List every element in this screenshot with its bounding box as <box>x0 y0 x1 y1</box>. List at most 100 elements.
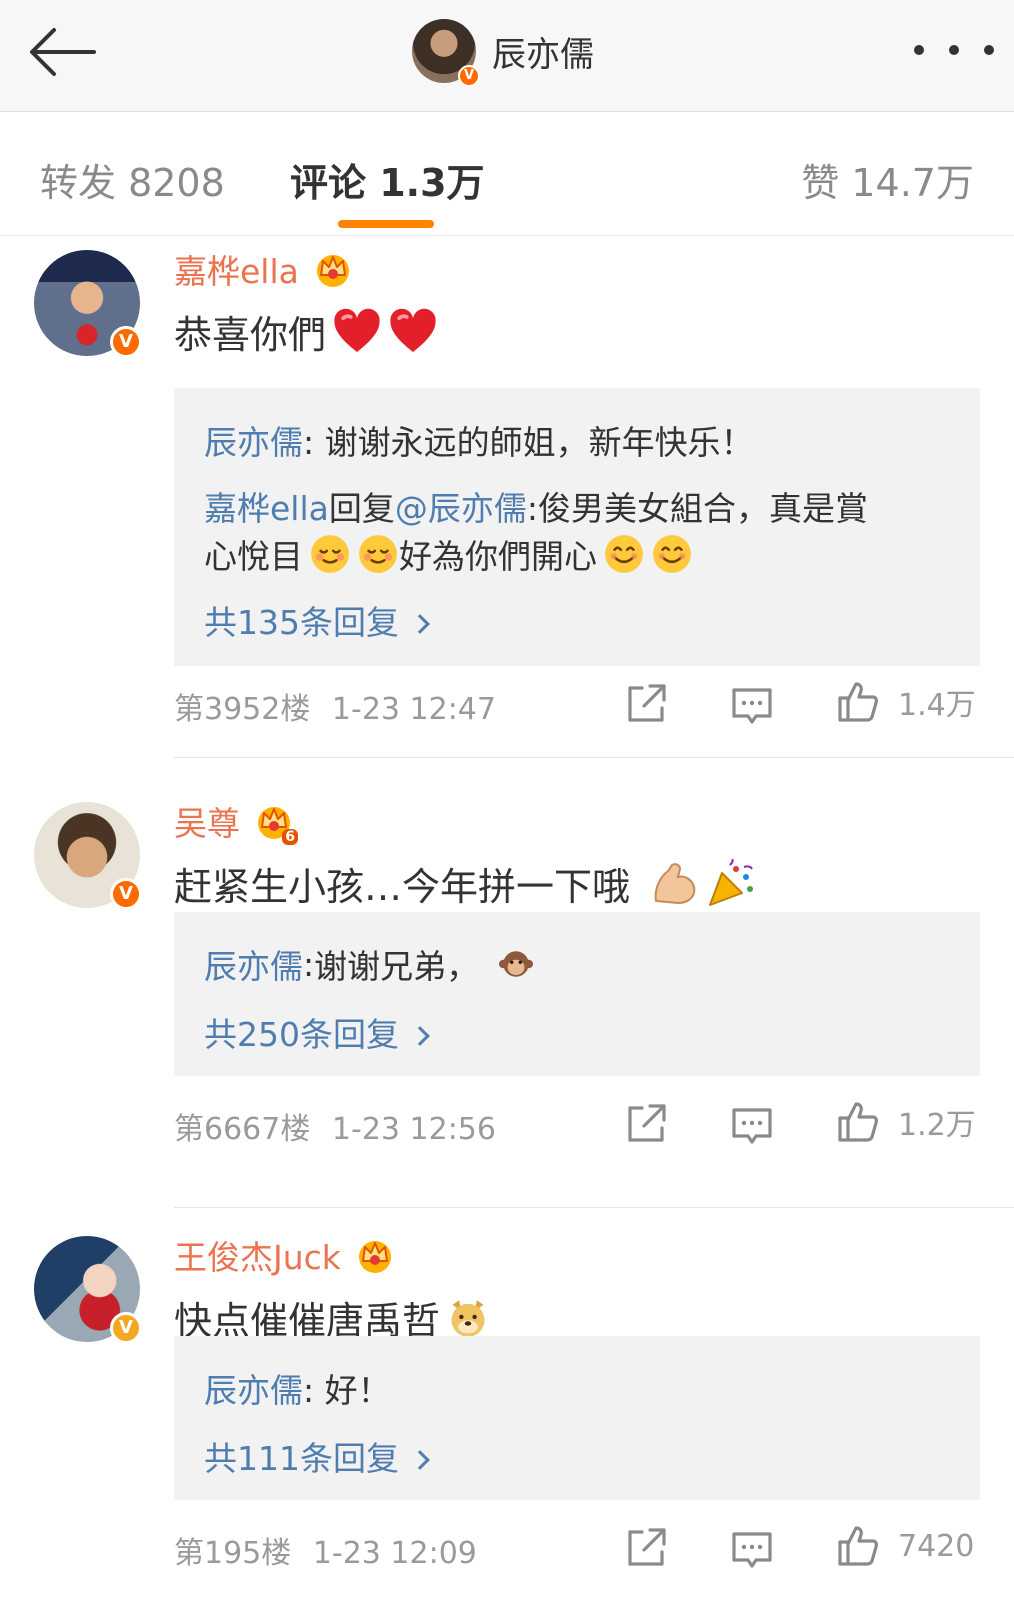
reply-preview-box[interactable]: 辰亦儒: 好！ 共111条回复 <box>174 1336 980 1500</box>
reply-separator: : <box>303 1371 325 1410</box>
more-options-button[interactable] <box>914 38 994 62</box>
share-icon[interactable] <box>622 680 670 728</box>
share-icon[interactable] <box>622 1100 670 1148</box>
reply-verb: 回复 <box>328 489 395 528</box>
comment-header: 王俊杰Juck <box>174 1230 395 1280</box>
like-button[interactable]: 7420 <box>834 1522 974 1570</box>
comment-divider <box>174 1207 1014 1208</box>
reply-text: 谢谢永远的師姐，新年快乐！ <box>324 423 754 462</box>
thumbs-up-icon <box>834 678 882 726</box>
comment-header: 吴尊 6 <box>174 796 298 846</box>
smiling-face-icon <box>651 533 693 575</box>
reply-line: 辰亦儒: 好！ <box>204 1364 391 1412</box>
comment-item: V 嘉桦ella 恭喜你們 辰亦儒: 谢谢永远的師姐，新年快乐！ 嘉桦ella回… <box>0 236 1014 758</box>
commenter-avatar[interactable]: V <box>34 802 142 910</box>
reply-text: 俊男美女組合，真是賞 <box>538 489 868 528</box>
doge-face-icon <box>451 1299 485 1337</box>
thumbs-up-icon <box>834 1098 882 1146</box>
reply-line: 辰亦儒: 谢谢永远的師姐，新年快乐！ <box>204 416 754 464</box>
reply-line: 辰亦儒: 谢谢兄弟， <box>204 940 534 988</box>
reply-line: 嘉桦ella回复@辰亦儒:俊男美女組合，真是賞 <box>204 482 868 530</box>
vip-crown-icon <box>355 1235 395 1275</box>
chevron-right-icon <box>410 614 430 634</box>
flexed-biceps-icon <box>654 862 696 904</box>
top-navigation-bar: V 辰亦儒 <box>0 0 1014 112</box>
author-avatar[interactable]: V <box>412 19 480 87</box>
comment-divider <box>174 757 1014 758</box>
reply-author-link[interactable]: 辰亦儒 <box>204 940 303 988</box>
view-all-replies-link[interactable]: 共111条回复 <box>204 1432 430 1480</box>
view-all-replies-link[interactable]: 共250条回复 <box>204 1008 430 1056</box>
like-button[interactable]: 1.4万 <box>834 678 976 726</box>
reply-preview-box[interactable]: 辰亦儒: 谢谢永远的師姐，新年快乐！ 嘉桦ella回复@辰亦儒:俊男美女組合，真… <box>174 388 980 666</box>
verified-badge: V <box>110 878 142 910</box>
active-tab-indicator <box>338 220 434 228</box>
verified-badge: V <box>458 65 480 87</box>
comment-author[interactable]: 王俊杰Juck <box>174 1231 341 1279</box>
reply-author-link[interactable]: 嘉桦ella <box>204 489 329 528</box>
like-count: 1.4万 <box>898 688 976 723</box>
reply-line-continued: 心悅目 好為你們開心 <box>204 530 693 578</box>
reply-text: 心悅目 <box>204 537 303 576</box>
reply-comment-icon[interactable] <box>728 682 776 730</box>
tab-reposts[interactable]: 转发 8208 <box>40 152 225 207</box>
like-count: 1.2万 <box>898 1108 976 1143</box>
monkey-face-icon <box>499 951 534 977</box>
comment-author[interactable]: 吴尊 <box>174 797 240 845</box>
reply-text: 好為你們開心 <box>399 537 597 576</box>
reply-separator: : <box>303 944 315 984</box>
back-button[interactable] <box>24 22 100 82</box>
relieved-face-icon <box>357 533 399 575</box>
commenter-avatar[interactable]: V <box>34 1236 142 1344</box>
vip-crown-icon: 6 <box>254 801 298 845</box>
comment-time: 1-23 12:47 <box>331 692 496 727</box>
reply-text: 谢谢兄弟， <box>314 947 480 986</box>
more-dots-icon <box>914 45 924 55</box>
chevron-right-icon <box>410 1450 430 1470</box>
comment-body: 赶紧生小孩…今年拼一下哦 <box>174 865 631 909</box>
smiling-face-icon <box>603 533 645 575</box>
comment-time: 1-23 12:09 <box>312 1536 477 1571</box>
reply-comment-icon[interactable] <box>728 1102 776 1150</box>
tab-likes[interactable]: 赞 14.7万 <box>801 152 974 207</box>
replies-count: 共111条回复 <box>204 1439 399 1478</box>
verified-badge: V <box>110 326 142 358</box>
vip-crown-icon <box>313 249 353 289</box>
relieved-face-icon <box>309 533 351 575</box>
vip-level: 6 <box>282 829 298 845</box>
red-heart-icon <box>388 307 438 357</box>
comment-text: 恭喜你們 <box>174 304 438 359</box>
share-icon[interactable] <box>622 1524 670 1572</box>
comment-author[interactable]: 嘉桦ella <box>174 245 299 293</box>
commenter-avatar[interactable]: V <box>34 250 142 358</box>
comment-meta: 第195楼 1-23 12:09 <box>174 1528 477 1572</box>
tab-comments[interactable]: 评论 1.3万 <box>290 152 485 207</box>
reply-comment-icon[interactable] <box>728 1526 776 1574</box>
comment-text: 赶紧生小孩…今年拼一下哦 <box>174 856 756 911</box>
like-count: 7420 <box>898 1528 975 1564</box>
reply-text: 好！ <box>324 1371 391 1410</box>
floor-number: 第6667楼 <box>174 1112 311 1147</box>
floor-number: 第3952楼 <box>174 692 311 727</box>
replies-count: 共135条回复 <box>204 603 399 642</box>
reply-author-link[interactable]: 辰亦儒 <box>204 423 303 462</box>
interaction-tabs: 转发 8208 评论 1.3万 赞 14.7万 <box>0 112 1014 236</box>
like-button[interactable]: 1.2万 <box>834 1098 976 1146</box>
verified-badge: V <box>110 1312 142 1344</box>
reply-separator: : <box>303 423 325 462</box>
view-all-replies-link[interactable]: 共135条回复 <box>204 596 430 644</box>
party-popper-icon <box>709 858 754 906</box>
thumbs-up-icon <box>834 1522 882 1570</box>
comment-body: 恭喜你們 <box>174 313 327 357</box>
comment-item: V 王俊杰Juck 快点催催唐禹哲 辰亦儒: 好！ 共111条回复 第195楼 … <box>0 1222 1014 1619</box>
comment-meta: 第3952楼 1-23 12:47 <box>174 684 496 728</box>
comment-meta: 第6667楼 1-23 12:56 <box>174 1104 496 1148</box>
mention-link[interactable]: @辰亦儒 <box>395 489 527 528</box>
reply-author-link[interactable]: 辰亦儒 <box>204 1371 303 1410</box>
arrow-left-icon <box>30 28 96 76</box>
comment-header: 嘉桦ella <box>174 244 353 294</box>
replies-count: 共250条回复 <box>204 1015 399 1054</box>
reply-preview-box[interactable]: 辰亦儒: 谢谢兄弟， 共250条回复 <box>174 912 980 1076</box>
weibo-author-title[interactable]: V 辰亦儒 <box>412 16 594 87</box>
red-heart-icon <box>332 307 382 357</box>
